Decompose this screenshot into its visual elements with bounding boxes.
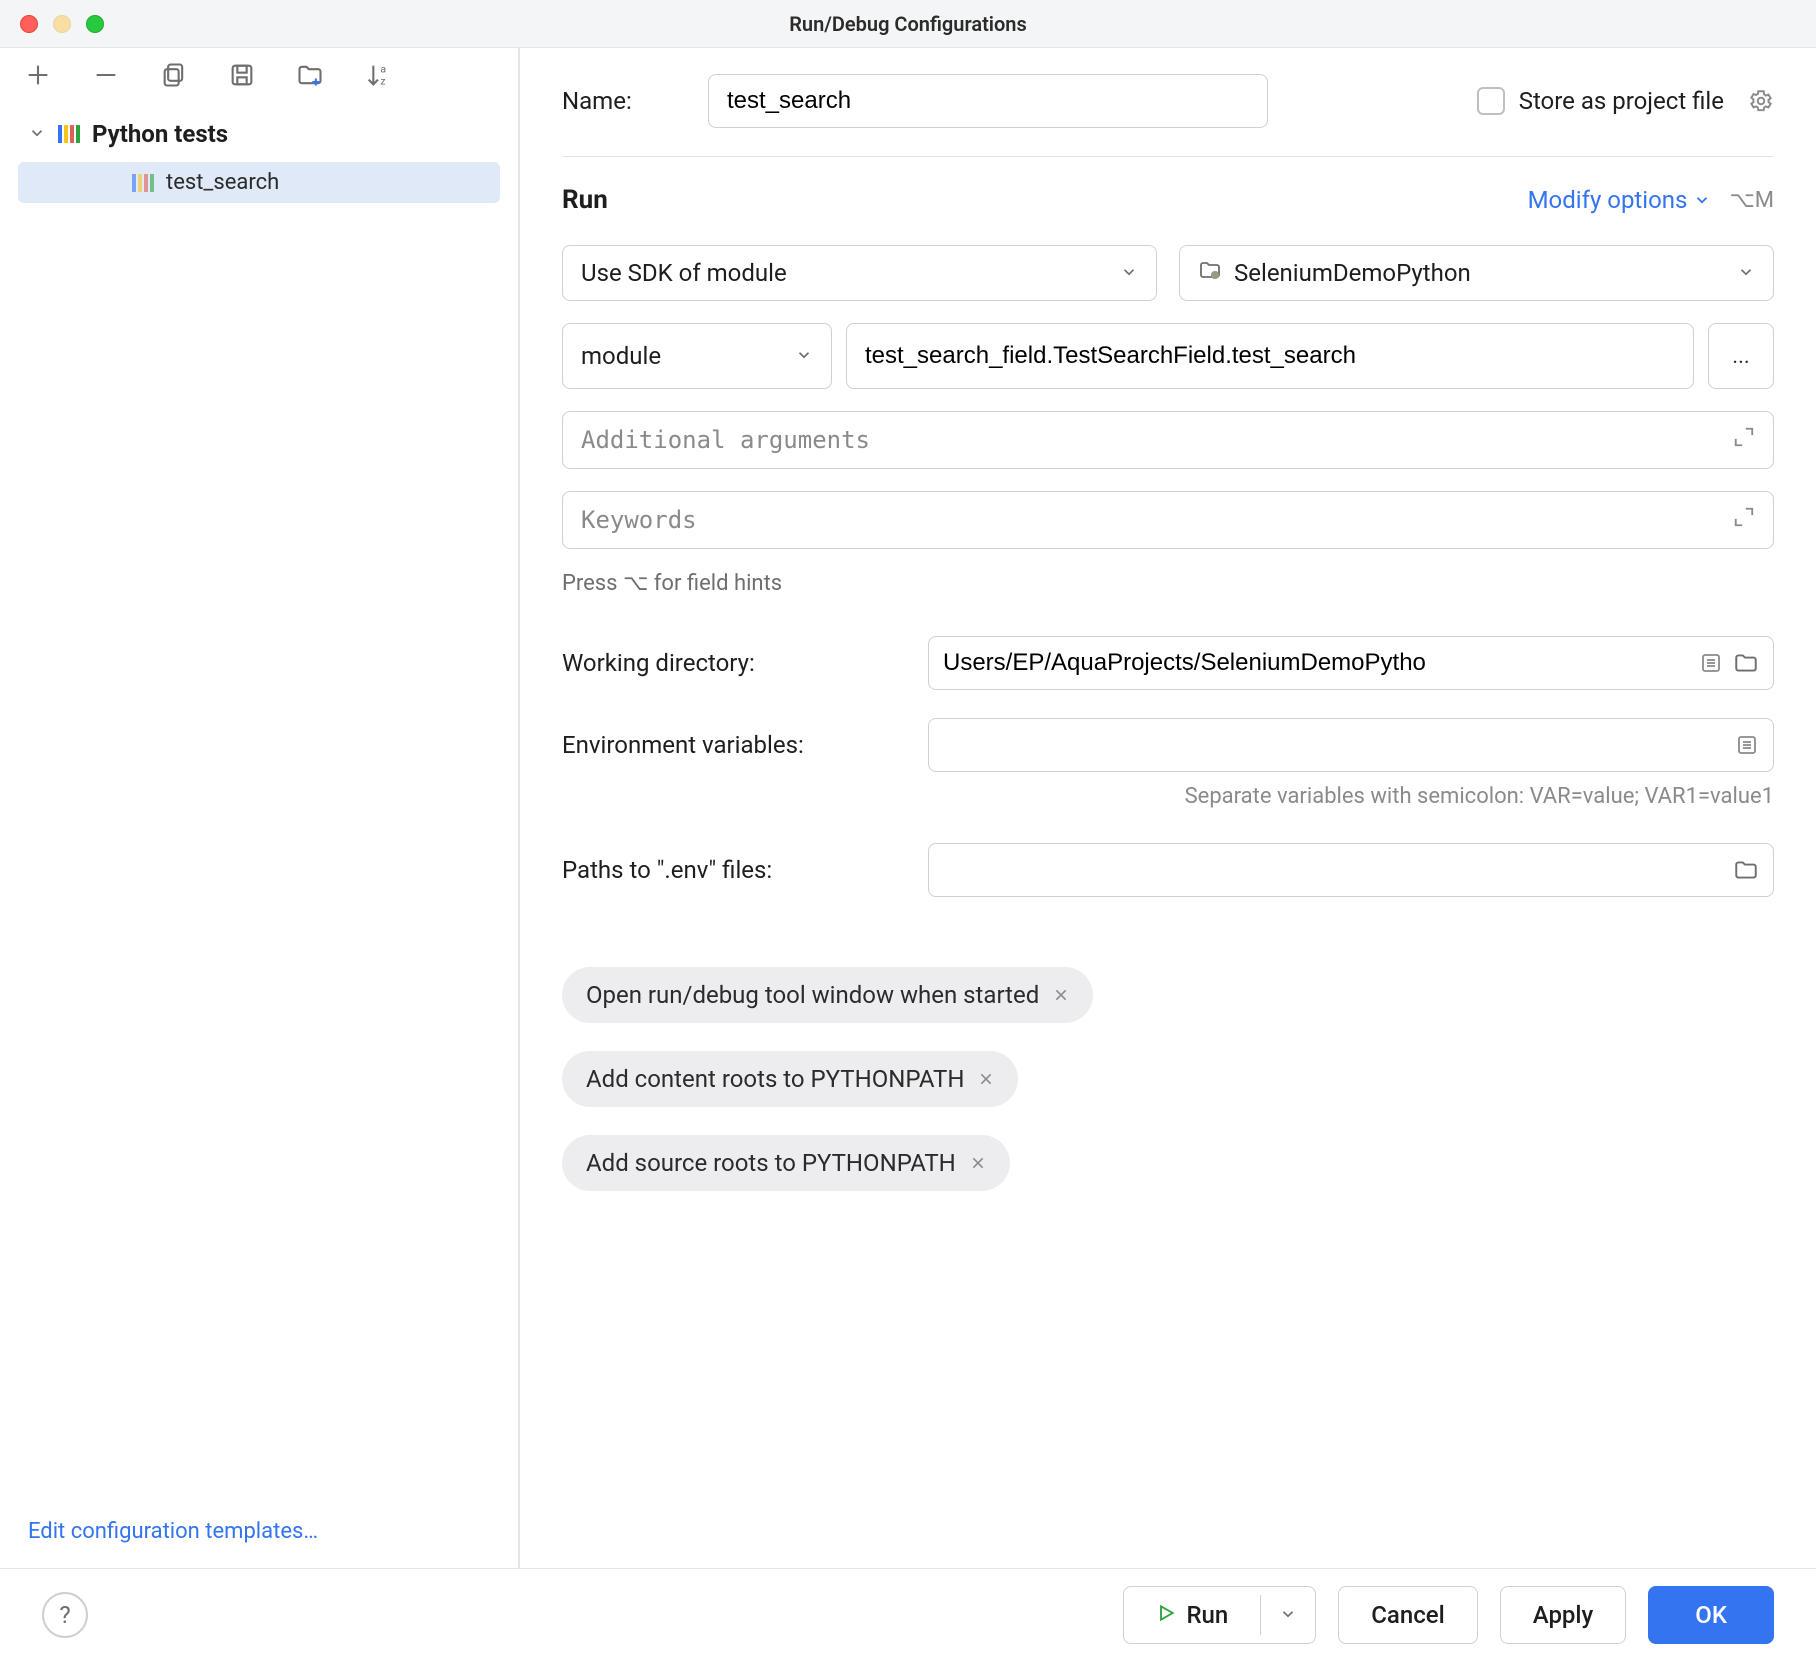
target-path-input[interactable] <box>846 323 1694 389</box>
store-as-project-label: Store as project file <box>1519 87 1724 115</box>
expand-icon[interactable] <box>1733 506 1755 534</box>
close-icon[interactable] <box>1053 981 1069 1009</box>
close-icon[interactable] <box>978 1065 994 1093</box>
module-dropdown-label: SeleniumDemoPython <box>1234 259 1471 287</box>
remove-config-icon[interactable] <box>90 59 122 91</box>
copy-config-icon[interactable] <box>158 59 190 91</box>
name-label: Name: <box>562 87 682 115</box>
browse-target-button[interactable]: ... <box>1708 323 1774 389</box>
window-title: Run/Debug Configurations <box>0 12 1816 36</box>
env-files-label: Paths to ".env" files: <box>562 856 902 884</box>
env-vars-hint: Separate variables with semicolon: VAR=v… <box>928 784 1774 809</box>
chevron-down-icon <box>1693 191 1711 209</box>
run-button-more[interactable] <box>1261 1587 1315 1643</box>
sdk-selector-dropdown[interactable]: Use SDK of module <box>562 245 1157 301</box>
svg-text:z: z <box>380 74 385 87</box>
chevron-down-icon <box>1737 259 1755 287</box>
tree-root-label: Python tests <box>92 120 228 148</box>
working-directory-input-wrap <box>928 636 1774 690</box>
gear-icon[interactable] <box>1748 88 1774 114</box>
minimize-window-button[interactable] <box>53 15 71 33</box>
target-type-label: module <box>581 342 661 370</box>
close-icon[interactable] <box>970 1149 986 1177</box>
help-button[interactable]: ? <box>42 1592 88 1638</box>
keywords-input[interactable]: Keywords <box>562 491 1774 549</box>
env-files-input-wrap <box>928 843 1774 897</box>
close-window-button[interactable] <box>20 15 38 33</box>
store-as-project-checkbox[interactable] <box>1477 87 1505 115</box>
env-vars-label: Environment variables: <box>562 731 902 759</box>
option-chips: Open run/debug tool window when started … <box>562 967 1774 1191</box>
edit-configuration-templates-link[interactable]: Edit configuration templates… <box>0 1495 518 1568</box>
run-button[interactable]: Run <box>1123 1586 1316 1644</box>
expand-icon[interactable] <box>1733 426 1755 454</box>
button-bar: ? Run Cancel Apply OK <box>0 1568 1816 1660</box>
sdk-selector-label: Use SDK of module <box>581 259 787 287</box>
field-hint-text: Press ⌥ for field hints <box>562 571 1774 596</box>
folder-browse-icon[interactable] <box>1733 857 1759 883</box>
run-button-label: Run <box>1186 1601 1228 1629</box>
tree-item-label: test_search <box>166 170 279 195</box>
form-pane: Name: Store as project file Run Modify o… <box>520 48 1816 1568</box>
run-icon <box>1156 1601 1176 1629</box>
config-sidebar: az Python tests test_search Edit configu… <box>0 48 520 1568</box>
chip-open-tool-window[interactable]: Open run/debug tool window when started <box>562 967 1093 1023</box>
chevron-down-icon <box>795 342 813 370</box>
chevron-down-icon <box>1120 259 1138 287</box>
keywords-placeholder: Keywords <box>581 506 697 534</box>
titlebar: Run/Debug Configurations <box>0 0 1816 48</box>
run-section-title: Run <box>562 185 608 215</box>
env-files-input[interactable] <box>943 856 1723 884</box>
pytest-icon <box>130 171 158 195</box>
config-tree: Python tests test_search <box>0 102 518 213</box>
sort-icon[interactable]: az <box>362 59 394 91</box>
list-icon[interactable] <box>1735 733 1759 757</box>
target-type-dropdown[interactable]: module <box>562 323 832 389</box>
modify-options-label: Modify options <box>1528 186 1688 214</box>
tree-root-python-tests[interactable]: Python tests <box>18 112 500 156</box>
cancel-button[interactable]: Cancel <box>1338 1586 1477 1644</box>
pytest-icon <box>56 122 84 146</box>
working-directory-input[interactable] <box>943 649 1689 677</box>
add-config-icon[interactable] <box>22 59 54 91</box>
apply-button[interactable]: Apply <box>1500 1586 1627 1644</box>
save-config-icon[interactable] <box>226 59 258 91</box>
modify-options-shortcut: ⌥M <box>1729 188 1774 213</box>
env-vars-input[interactable] <box>943 731 1725 759</box>
module-folder-icon <box>1198 258 1222 288</box>
modify-options-link[interactable]: Modify options <box>1528 186 1712 214</box>
tree-item-test-search[interactable]: test_search <box>18 162 500 203</box>
list-icon[interactable] <box>1699 651 1723 675</box>
name-input[interactable] <box>708 74 1268 128</box>
zoom-window-button[interactable] <box>86 15 104 33</box>
additional-arguments-placeholder: Additional arguments <box>581 426 870 454</box>
chip-label: Add source roots to PYTHONPATH <box>586 1149 956 1177</box>
chip-add-source-roots[interactable]: Add source roots to PYTHONPATH <box>562 1135 1010 1191</box>
folder-browse-icon[interactable] <box>1733 650 1759 676</box>
ok-button[interactable]: OK <box>1648 1586 1774 1644</box>
working-directory-label: Working directory: <box>562 649 902 677</box>
chip-add-content-roots[interactable]: Add content roots to PYTHONPATH <box>562 1051 1018 1107</box>
chevron-down-icon <box>28 120 48 148</box>
additional-arguments-input[interactable]: Additional arguments <box>562 411 1774 469</box>
sidebar-toolbar: az <box>0 48 518 102</box>
chip-label: Add content roots to PYTHONPATH <box>586 1065 964 1093</box>
module-dropdown[interactable]: SeleniumDemoPython <box>1179 245 1774 301</box>
chip-label: Open run/debug tool window when started <box>586 981 1039 1009</box>
env-vars-input-wrap <box>928 718 1774 772</box>
window-controls <box>0 15 104 33</box>
folder-config-icon[interactable] <box>294 59 326 91</box>
